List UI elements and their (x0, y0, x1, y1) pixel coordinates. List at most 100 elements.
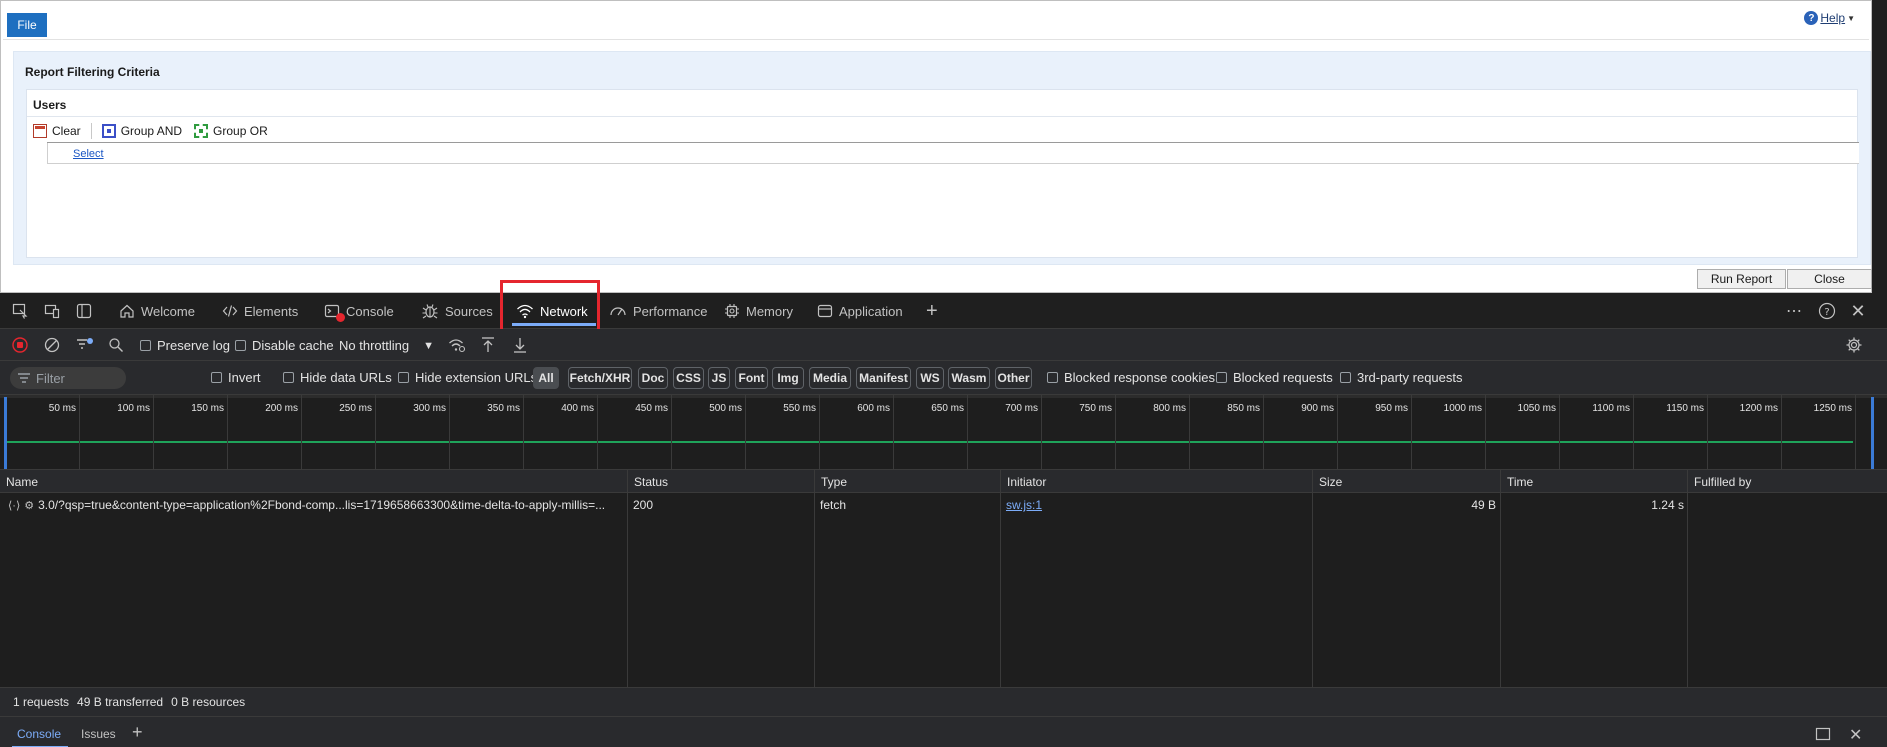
timeline-tick-label: 850 ms (1227, 403, 1260, 414)
filter-toggle-icon[interactable] (76, 337, 94, 356)
request-initiator-link[interactable]: sw.js:1 (1006, 498, 1042, 512)
overview-left-handle[interactable] (4, 397, 7, 469)
preserve-log-checkbox[interactable]: Preserve log (140, 338, 230, 353)
add-tab-icon[interactable]: + (926, 293, 938, 329)
search-icon[interactable] (108, 337, 124, 356)
dock-drawer-icon[interactable] (1815, 727, 1831, 744)
console-icon (324, 303, 345, 322)
type-filter-wasm[interactable]: Wasm (948, 367, 990, 389)
import-har-icon[interactable] (480, 336, 496, 357)
hide-data-urls-checkbox[interactable]: Hide data URLs (283, 370, 392, 385)
dock-side-icon[interactable] (76, 293, 92, 329)
service-worker-gear-icon: ⚙ (24, 499, 35, 512)
checkbox-box (211, 372, 222, 383)
filter-input[interactable]: Filter (10, 367, 126, 389)
throttling-select[interactable]: No throttling ▼ (339, 338, 434, 353)
timeline-tick-label: 1250 ms (1813, 403, 1852, 414)
third-party-requests-checkbox[interactable]: 3rd-party requests (1340, 370, 1463, 385)
type-filter-ws[interactable]: WS (916, 367, 944, 389)
divider (3, 39, 1869, 40)
network-conditions-icon[interactable] (448, 337, 466, 356)
devtools-tab-strip: Welcome Elements Console Sources Network (0, 280, 1887, 339)
type-filter-all[interactable]: All (533, 367, 559, 389)
group-and-button[interactable]: Group AND (98, 122, 186, 140)
blocked-response-cookies-checkbox[interactable]: Blocked response cookies (1047, 370, 1215, 385)
timeline-gridline (301, 395, 302, 470)
timeline-gridline (1855, 395, 1856, 470)
inspect-element-icon[interactable] (12, 293, 28, 329)
type-filter-media[interactable]: Media (809, 367, 851, 389)
close-button[interactable]: Close (1787, 269, 1872, 289)
tab-label: Welcome (141, 303, 195, 319)
timeline-tick-label: 250 ms (339, 403, 372, 414)
tab-application[interactable]: Application (817, 293, 903, 329)
device-toolbar-icon[interactable] (44, 293, 60, 329)
chip-icon (725, 304, 739, 318)
tab-console[interactable]: Console (324, 293, 394, 329)
drawer-tab-issues[interactable]: Issues (81, 727, 116, 741)
hide-extension-urls-checkbox[interactable]: Hide extension URLs (398, 370, 537, 385)
fetch-request-icon: ⟨·⟩ (8, 499, 21, 512)
tab-sources[interactable]: Sources (421, 293, 493, 329)
export-har-icon[interactable] (512, 336, 528, 357)
tab-elements[interactable]: Elements (222, 293, 298, 329)
timeline-tick-label: 200 ms (265, 403, 298, 414)
type-filter-fetch-xhr[interactable]: Fetch/XHR (568, 367, 632, 389)
type-filter-font[interactable]: Font (735, 367, 768, 389)
file-menu-button[interactable]: File (7, 13, 47, 37)
timeline-gridline (745, 395, 746, 470)
column-header-size[interactable]: Size (1313, 470, 1501, 493)
column-header-time[interactable]: Time (1501, 470, 1688, 493)
more-options-icon[interactable]: ⋯ (1782, 293, 1806, 329)
svg-text:?: ? (1824, 307, 1829, 318)
timeline-gridline (1781, 395, 1782, 470)
column-header-name[interactable]: Name (0, 470, 628, 493)
type-filter-js[interactable]: JS (708, 367, 730, 389)
overview-right-handle[interactable] (1871, 397, 1874, 469)
clear-log-icon[interactable] (44, 337, 60, 356)
help-menu[interactable]: ? Help ▼ (1804, 11, 1855, 25)
column-header-fulfilled-by[interactable]: Fulfilled by (1688, 470, 1887, 493)
type-filter-img[interactable]: Img (772, 367, 804, 389)
column-header-status[interactable]: Status (628, 470, 815, 493)
close-drawer-icon[interactable]: ✕ (1849, 725, 1862, 745)
close-devtools-icon[interactable]: ✕ (1846, 293, 1870, 329)
type-filter-other[interactable]: Other (995, 367, 1032, 389)
users-filter-box: Users Clear Group AND Group OR Select (26, 89, 1859, 258)
type-filter-doc[interactable]: Doc (638, 367, 668, 389)
type-filter-manifest[interactable]: Manifest (856, 367, 911, 389)
network-overview-timeline[interactable]: 50 ms 100 ms 150 ms 200 ms 250 ms 300 ms 350 m… (0, 395, 1887, 470)
record-stop-icon[interactable] (12, 337, 28, 356)
invert-checkbox[interactable]: Invert (211, 370, 261, 385)
request-timing-bar (6, 441, 1853, 443)
timeline-gridline (893, 395, 894, 470)
group-and-label: Group AND (120, 124, 183, 138)
error-badge (336, 313, 345, 322)
tab-label: Sources (445, 303, 493, 319)
timeline-tick-label: 700 ms (1005, 403, 1038, 414)
add-drawer-tab-icon[interactable]: + (132, 722, 143, 743)
blocked-requests-checkbox[interactable]: Blocked requests (1216, 370, 1333, 385)
type-filter-css[interactable]: CSS (673, 367, 704, 389)
clear-button[interactable]: Clear (29, 122, 85, 140)
clear-label: Clear (52, 124, 81, 138)
group-and-icon (101, 124, 116, 138)
report-filtering-criteria-panel: Report Filtering Criteria Users Clear Gr… (13, 51, 1871, 265)
drawer-tab-console[interactable]: Console (17, 727, 61, 741)
help-circle-icon[interactable]: ? (1815, 293, 1839, 329)
timeline-gridline (153, 395, 154, 470)
column-header-type[interactable]: Type (815, 470, 1001, 493)
select-link[interactable]: Select (73, 148, 104, 160)
tab-welcome[interactable]: Welcome (119, 293, 195, 329)
request-type: fetch (820, 498, 847, 512)
column-header-initiator[interactable]: Initiator (1001, 470, 1313, 493)
disable-cache-checkbox[interactable]: Disable cache (235, 338, 334, 353)
tab-memory[interactable]: Memory (724, 293, 793, 329)
group-or-button[interactable]: Group OR (190, 122, 272, 140)
run-report-button[interactable]: Run Report (1697, 269, 1786, 289)
column-divider (1687, 493, 1688, 687)
timeline-tick-label: 450 ms (635, 403, 668, 414)
tab-performance[interactable]: Performance (609, 293, 707, 329)
network-settings-gear-icon[interactable] (1845, 336, 1863, 357)
timeline-tick-label: 1050 ms (1517, 403, 1556, 414)
